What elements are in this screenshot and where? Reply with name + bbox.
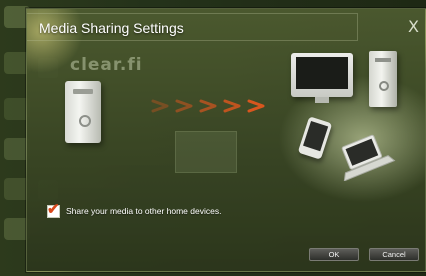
pc-tower-icon — [65, 81, 101, 143]
checkmark-icon: ✔ — [47, 200, 60, 218]
dialog-title: Media Sharing Settings — [39, 20, 184, 36]
laptop-icon — [341, 134, 396, 181]
ok-button[interactable]: OK — [309, 248, 359, 261]
share-media-row[interactable]: ✔ Share your media to other home devices… — [47, 200, 222, 219]
arrow-icon — [151, 99, 265, 113]
cancel-button[interactable]: Cancel — [369, 248, 419, 261]
monitor-icon — [291, 53, 353, 103]
close-icon[interactable]: X — [408, 19, 419, 35]
share-media-label: Share your media to other home devices. — [66, 206, 222, 216]
share-media-checkbox[interactable]: ✔ — [47, 200, 60, 218]
media-sharing-dialog: Media Sharing Settings X clear.fi ✔ Shar… — [26, 8, 426, 272]
faded-tile — [175, 131, 237, 173]
brand-logo: clear.fi — [70, 55, 143, 75]
pc-tower-icon — [369, 51, 397, 107]
